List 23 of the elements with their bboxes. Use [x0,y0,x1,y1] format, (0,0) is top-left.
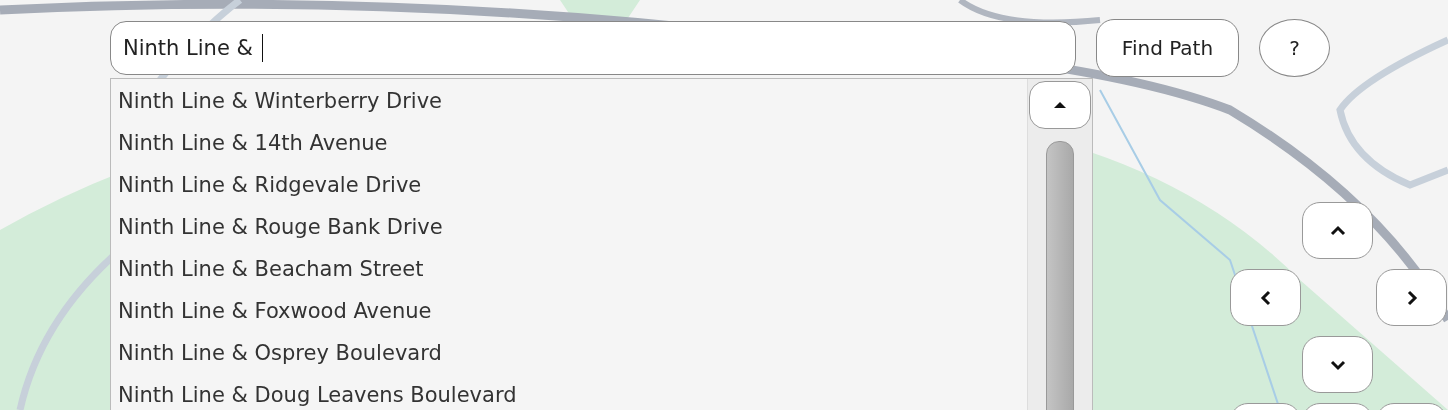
search-text: Ninth Line & [123,36,254,60]
scroll-up-button[interactable] [1029,81,1091,129]
scrollbar-thumb[interactable] [1046,141,1074,410]
suggestion-item[interactable]: Ninth Line & 14th Avenue [111,122,1027,164]
pan-left-button[interactable] [1230,269,1301,326]
pan-right-button[interactable] [1376,269,1447,326]
suggestion-item[interactable]: Ninth Line & Osprey Boulevard [111,332,1027,374]
suggestion-item[interactable]: Ninth Line & Ridgevale Drive [111,164,1027,206]
search-field[interactable]: Ninth Line & [110,21,1076,75]
triangle-up-icon [1053,101,1067,109]
suggestion-item[interactable]: Ninth Line & Rouge Bank Drive [111,206,1027,248]
find-path-button[interactable]: Find Path [1096,19,1239,77]
suggestion-item[interactable]: Ninth Line & Winterberry Drive [111,80,1027,122]
pan-up-button[interactable] [1302,202,1373,259]
chevron-right-icon [1405,289,1418,306]
pan-down-button[interactable] [1302,336,1373,393]
suggestion-item[interactable]: Ninth Line & Foxwood Avenue [111,290,1027,332]
scrollbar[interactable] [1027,79,1092,410]
chevron-up-icon [1329,224,1346,237]
chevron-left-icon [1259,289,1272,306]
suggestion-item[interactable]: Ninth Line & Beacham Street [111,248,1027,290]
chevron-down-icon [1329,358,1346,371]
suggestion-item[interactable]: Ninth Line & Doug Leavens Boulevard [111,374,1027,410]
